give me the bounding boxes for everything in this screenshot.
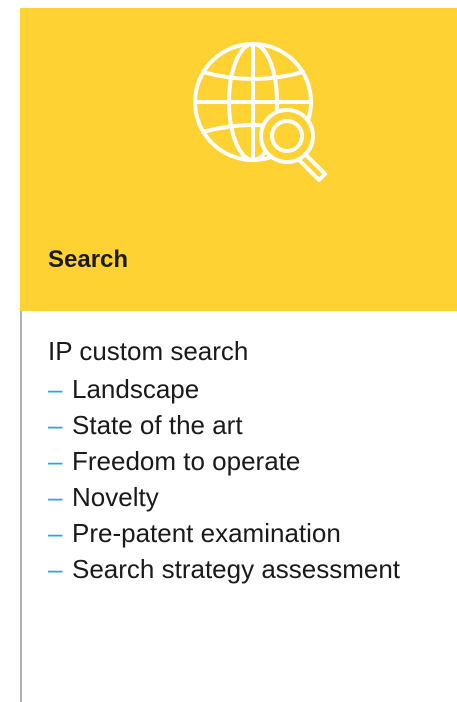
card-title: Search [48,246,129,273]
dash-bullet: – [48,410,63,440]
list-item: – State of the art [48,407,448,443]
list-item: – Search strategy assessment [48,551,448,587]
list-item: – Freedom to operate [48,443,448,479]
list-item-label: Search strategy assessment [72,554,401,584]
dash-bullet: – [48,554,63,584]
dash-bullet: – [48,374,63,404]
card-content: IP custom search – Landscape – State of … [48,333,448,587]
card-header: Search [20,8,457,311]
list-item: – Landscape [48,371,448,407]
list-item-label: Novelty [72,482,159,512]
service-card: Search IP custom search – Landscape – St… [20,8,457,702]
globe-search-icon [189,38,339,188]
dash-bullet: – [48,482,63,512]
dash-bullet: – [48,518,63,548]
service-list: – Landscape – State of the art – Freedom… [48,371,448,587]
dash-bullet: – [48,446,63,476]
list-item-label: State of the art [72,410,243,440]
intro-text: IP custom search [48,336,249,366]
list-item: – Novelty [48,479,448,515]
list-item-label: Pre-patent examination [72,518,341,548]
list-item-label: Freedom to operate [72,446,301,476]
list-item-label: Landscape [72,374,200,404]
left-divider [20,311,22,702]
list-item: – Pre-patent examination [48,515,448,551]
